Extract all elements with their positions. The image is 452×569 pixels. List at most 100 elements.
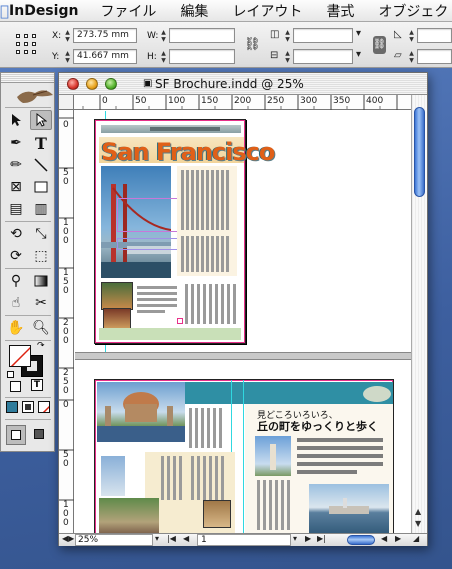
document-titlebar[interactable]: ▣ SF Brochure.indd @ 25%: [59, 73, 427, 95]
scroll-right-arrow-icon[interactable]: ▶: [395, 534, 401, 543]
spread-right-text: [297, 438, 383, 482]
app-menu[interactable]: InDesign: [9, 3, 78, 19]
ruler-origin[interactable]: [59, 95, 74, 110]
scale-y-dropdown-icon[interactable]: ▾: [356, 49, 361, 60]
last-page-button[interactable]: ▶|: [317, 534, 326, 543]
pasteboard[interactable]: San Francisco 見どころいろいろ、 丘の町をゆっくりと歩く: [75, 111, 411, 533]
direct-selection-tool-icon[interactable]: [30, 110, 52, 130]
apply-none-icon[interactable]: [38, 401, 50, 413]
scroll-left-arrow-icon[interactable]: ◀: [381, 534, 387, 543]
type-tool-icon[interactable]: T: [30, 133, 52, 153]
hand-tool-icon[interactable]: ✋: [5, 318, 27, 338]
rotate-stepper[interactable]: ▲ ▼: [408, 29, 415, 43]
constrain-proportions-icon[interactable]: ⛓: [244, 37, 261, 52]
x-field[interactable]: 273.75 mm: [73, 28, 137, 43]
pen-tool-icon[interactable]: ✒: [5, 133, 27, 153]
resize-grip-icon[interactable]: ◢: [413, 534, 419, 543]
building-photo[interactable]: [203, 500, 231, 528]
guide-line[interactable]: [243, 380, 244, 533]
line-tool-icon[interactable]: [30, 155, 52, 175]
coit-tower-photo[interactable]: [255, 436, 291, 476]
ruler-h-label: 300: [300, 96, 318, 106]
rectangle-tool-icon[interactable]: [30, 177, 52, 197]
free-transform-tool-icon[interactable]: ⬚: [30, 246, 52, 266]
zoom-dropdown-icon[interactable]: ▾: [155, 534, 159, 543]
button-tool-icon[interactable]: ☝: [5, 293, 27, 313]
scale-y-stepper[interactable]: ▲ ▼: [284, 50, 291, 64]
shear-field[interactable]: [417, 49, 452, 64]
palace-of-fine-arts-photo[interactable]: [97, 382, 185, 442]
h-stepper[interactable]: ▲ ▼: [160, 50, 167, 64]
default-colors-icon[interactable]: [7, 371, 14, 378]
formatting-container-icon[interactable]: [10, 381, 21, 392]
scale-tool-icon[interactable]: ⤡: [30, 224, 52, 244]
preview-view-icon[interactable]: [30, 425, 50, 445]
horizontal-grid-tool-icon[interactable]: ▤: [5, 199, 27, 219]
scale-x-dropdown-icon[interactable]: ▾: [356, 28, 361, 39]
menu-file[interactable]: ファイル: [100, 1, 156, 21]
vertical-ruler[interactable]: 0 5 0 1 0 0 1 5 0 2 0 0 2 5 0 0 5 0 1 0 …: [59, 110, 74, 533]
scissors-tool-icon[interactable]: ✂: [30, 293, 52, 313]
scale-x-stepper[interactable]: ▲ ▼: [284, 29, 291, 43]
fill-swatch[interactable]: [9, 345, 31, 367]
apple-menu-icon[interactable]: : [0, 2, 9, 20]
page-dropdown-icon[interactable]: ▾: [293, 534, 297, 543]
h-field[interactable]: [169, 49, 235, 64]
alcatraz-photo[interactable]: [309, 484, 389, 533]
menu-layout[interactable]: レイアウト: [232, 1, 302, 21]
w-field[interactable]: [169, 28, 235, 43]
next-page-button[interactable]: ▶: [305, 534, 311, 543]
rectangle-frame-tool-icon[interactable]: ⊠: [5, 177, 27, 197]
cable-car-photo[interactable]: [101, 282, 133, 310]
vertical-scrollbar[interactable]: ▲ ▼: [411, 95, 427, 533]
x-stepper[interactable]: ▲ ▼: [64, 29, 71, 43]
swap-fill-stroke-icon[interactable]: ↷: [37, 341, 45, 351]
shear-tool-icon[interactable]: ⟳: [5, 246, 27, 266]
vertical-scroll-thumb[interactable]: [414, 107, 425, 197]
apply-color-icon[interactable]: [6, 401, 18, 413]
inner-spread[interactable]: 見どころいろいろ、 丘の町をゆっくりと歩く: [94, 379, 394, 533]
zoom-window-button[interactable]: [105, 78, 117, 90]
document-proxy-icon[interactable]: ▣: [143, 78, 152, 89]
rotate-tool-icon[interactable]: ⟲: [5, 224, 27, 244]
toolbox-divider: [5, 419, 51, 420]
vertical-grid-tool-icon[interactable]: ▥: [30, 199, 52, 219]
formatting-text-icon[interactable]: T: [31, 379, 43, 391]
first-page-button[interactable]: |◀: [167, 534, 176, 543]
zoom-tool-icon[interactable]: 🔍︎: [30, 318, 52, 338]
minimize-window-button[interactable]: [86, 78, 98, 90]
y-stepper[interactable]: ▲ ▼: [64, 50, 71, 64]
scroll-down-arrow-icon[interactable]: ▼: [415, 519, 421, 528]
horizontal-ruler[interactable]: 0 50 100 150 200 250 300 350 400: [74, 95, 411, 110]
page-number-field[interactable]: 1: [197, 534, 291, 546]
y-field[interactable]: 41.667 mm: [73, 49, 137, 64]
close-window-button[interactable]: [67, 78, 79, 90]
pencil-tool-icon[interactable]: ✏: [5, 155, 27, 175]
gradient-tool-icon[interactable]: [30, 271, 52, 291]
selection-tool-icon[interactable]: [5, 110, 27, 130]
reference-point-icon[interactable]: [16, 34, 36, 54]
horizontal-scroll-thumb[interactable]: [347, 535, 375, 545]
shear-stepper[interactable]: ▲ ▼: [408, 50, 415, 64]
street-photo[interactable]: [99, 498, 159, 533]
scale-y-field[interactable]: [293, 49, 353, 64]
scale-x-field[interactable]: [293, 28, 353, 43]
coit-tower-small-photo[interactable]: [101, 456, 125, 496]
zoom-field[interactable]: 25%: [75, 534, 153, 546]
toolbox-titlebar[interactable]: [1, 73, 54, 83]
constrain-scale-icon[interactable]: ⛓: [373, 36, 386, 54]
menu-type[interactable]: 書式: [326, 1, 354, 21]
food-photo[interactable]: [103, 308, 131, 330]
normal-view-icon[interactable]: [6, 425, 26, 445]
previous-page-button[interactable]: ◀: [183, 534, 189, 543]
pasteboard-toggle-icon[interactable]: ◀▶: [62, 534, 74, 543]
menu-edit[interactable]: 編集: [180, 1, 208, 21]
fill-stroke-swatches[interactable]: ↷: [7, 341, 51, 379]
cover-page[interactable]: San Francisco: [94, 119, 275, 344]
scroll-up-arrow-icon[interactable]: ▲: [415, 507, 421, 516]
menu-object[interactable]: オブジェク: [378, 1, 448, 21]
eyedropper-tool-icon[interactable]: ⚲: [5, 271, 27, 291]
apply-gradient-icon[interactable]: [22, 401, 34, 413]
w-stepper[interactable]: ▲ ▼: [160, 29, 167, 43]
rotate-field[interactable]: [417, 28, 452, 43]
